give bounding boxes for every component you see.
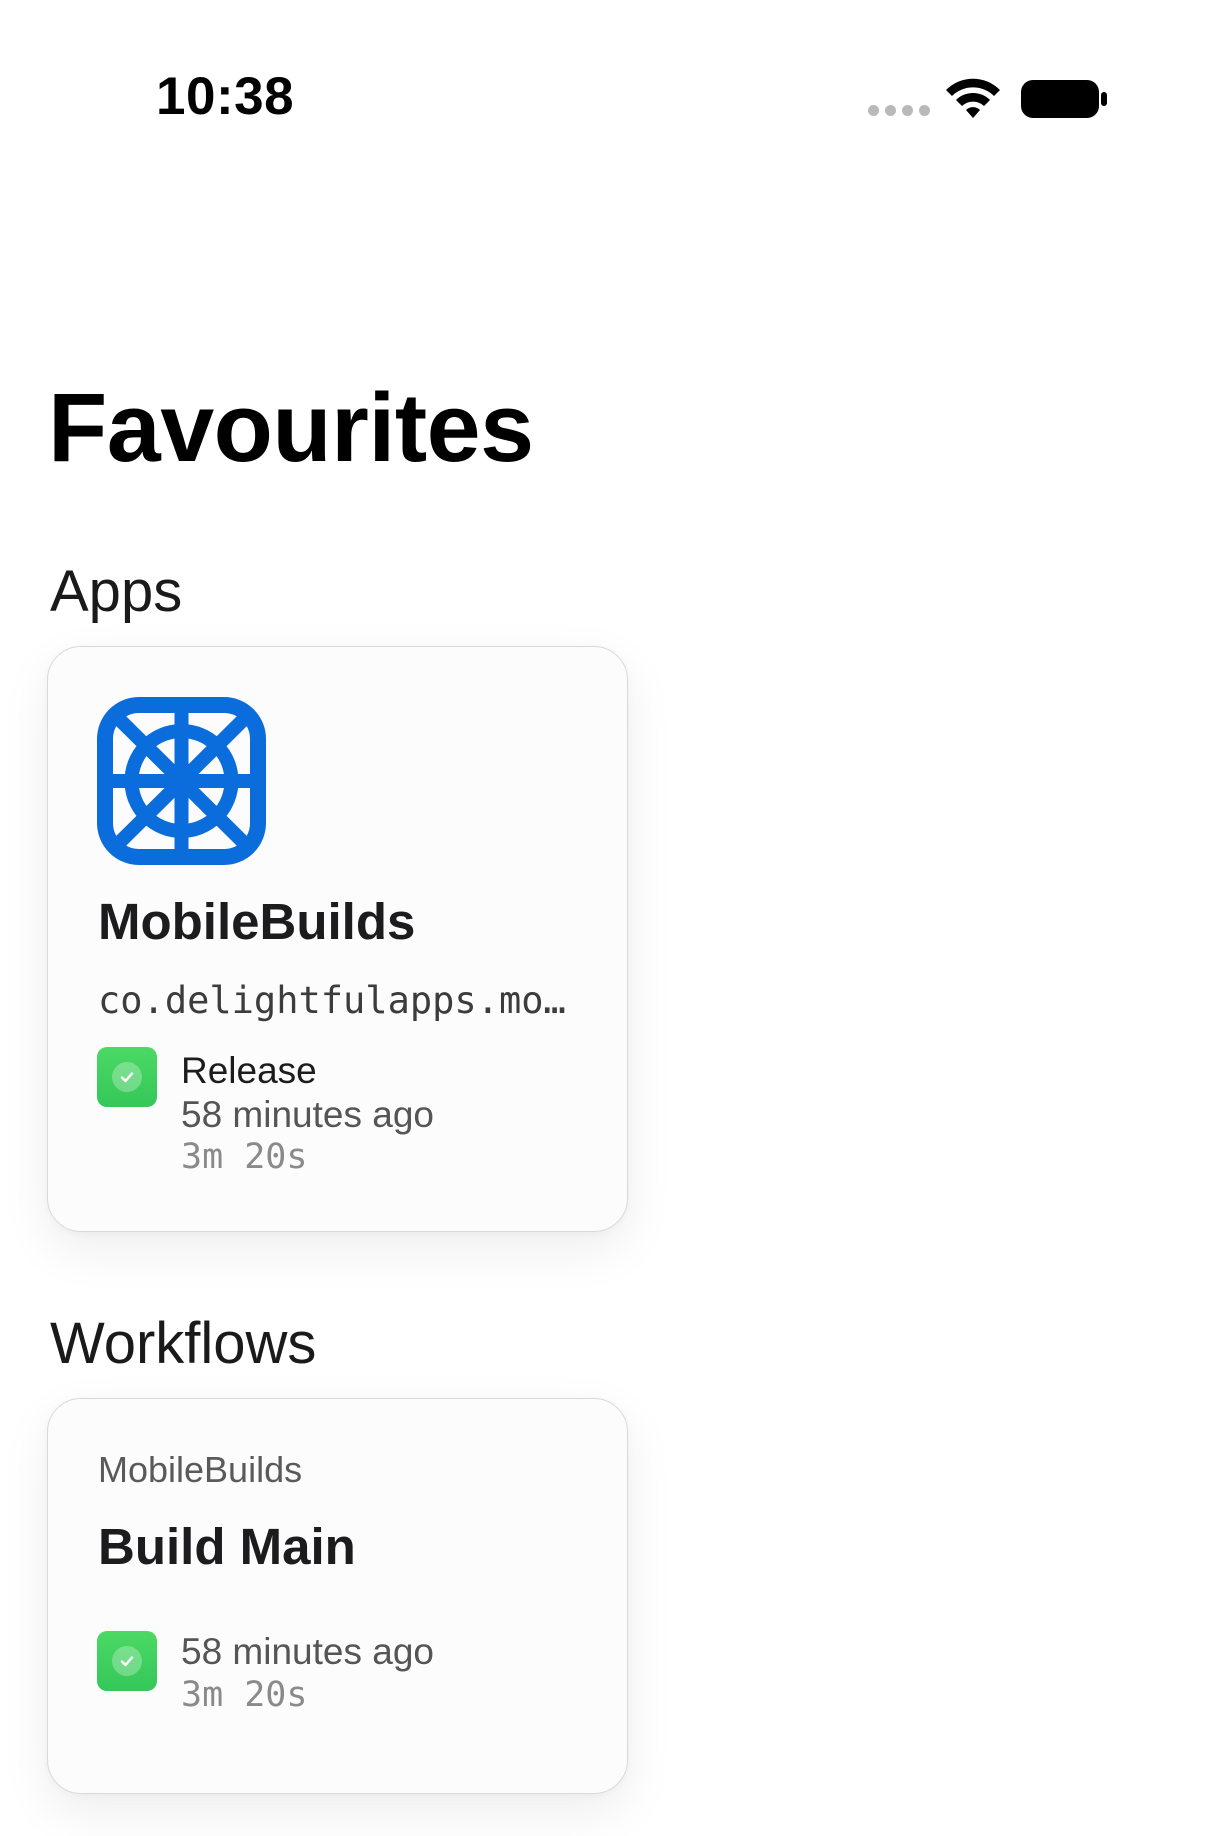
battery-icon bbox=[1021, 80, 1107, 118]
app-card-mobilebuilds[interactable]: MobileBuilds co.delightfulapps.mo… Relea… bbox=[47, 646, 628, 1232]
success-check-icon bbox=[97, 1631, 157, 1691]
bundle-id: co.delightfulapps.mo… bbox=[98, 979, 566, 1022]
workflow-name: Build Main bbox=[98, 1518, 356, 1575]
app-name: MobileBuilds bbox=[98, 893, 416, 950]
page-title: Favourites bbox=[48, 373, 534, 482]
build-label: Release bbox=[181, 1050, 317, 1091]
build-time-ago: 58 minutes ago bbox=[181, 1094, 435, 1135]
status-bar-time: 10:38 bbox=[156, 67, 295, 126]
build-time-ago: 58 minutes ago bbox=[181, 1631, 435, 1672]
build-duration: 3m 20s bbox=[181, 1137, 308, 1177]
apps-section-heading: Apps bbox=[50, 559, 183, 624]
workflows-section-heading: Workflows bbox=[50, 1311, 317, 1376]
signal-dots-icon bbox=[868, 105, 930, 116]
workflow-app-name: MobileBuilds bbox=[98, 1449, 303, 1490]
success-check-icon bbox=[97, 1047, 157, 1107]
favourites-screen: 10:38 Favourites Apps MobileBuilds co.de… bbox=[0, 0, 1206, 1836]
app-wheel-icon bbox=[97, 697, 266, 865]
build-duration: 3m 20s bbox=[181, 1675, 308, 1715]
wifi-icon bbox=[946, 78, 1000, 118]
workflow-card-build-main[interactable]: MobileBuilds Build Main 58 minutes ago 3… bbox=[47, 1398, 628, 1794]
